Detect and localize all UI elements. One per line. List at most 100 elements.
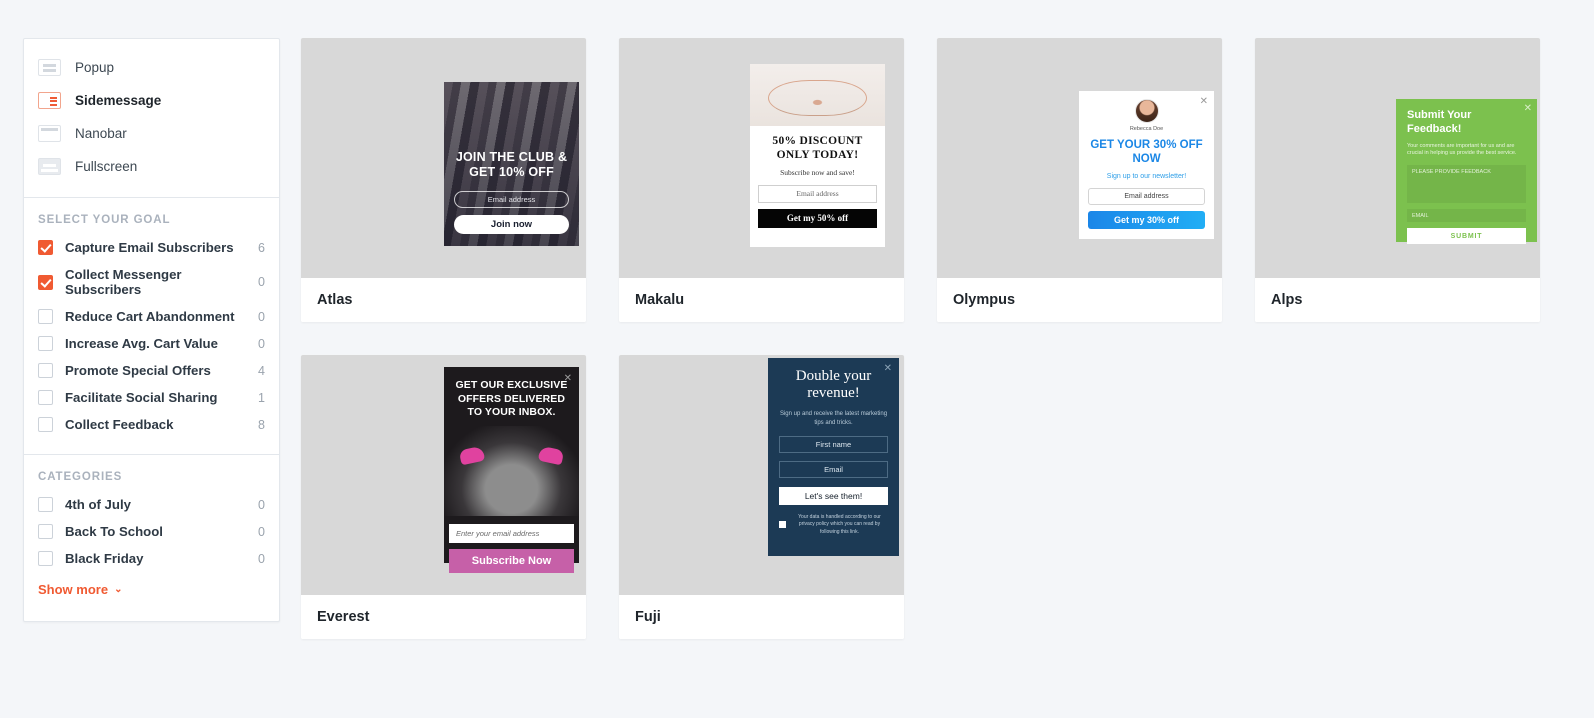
mock-submit-button: Join now xyxy=(454,215,569,234)
goal-filter-increase-avg-cart-value[interactable]: Increase Avg. Cart Value 0 xyxy=(24,330,279,357)
mock-heading: GET OUR EXCLUSIVE OFFERS DELIVERED TO YO… xyxy=(455,379,568,419)
mock-heading: GET YOUR 30% OFF NOW xyxy=(1090,139,1203,166)
category-filter-4th-of-july[interactable]: 4th of July 0 xyxy=(24,491,279,518)
template-type-list: Popup Sidemessage Nanobar Fullscreen xyxy=(24,39,279,198)
makalu-sidemessage-mock: ✕ 50% DISCOUNT ONLY TODAY! Subscribe now… xyxy=(750,64,885,247)
goal-filter-promote-special-offers[interactable]: Promote Special Offers 4 xyxy=(24,357,279,384)
goal-count: 0 xyxy=(258,336,265,351)
nanobar-icon xyxy=(38,125,61,142)
categories-section-title: CATEGORIES xyxy=(38,471,123,483)
atlas-sidemessage-mock: JOIN THE CLUB & GET 10% OFF Email addres… xyxy=(444,82,579,246)
mock-subheading: Your comments are important for us and a… xyxy=(1407,142,1517,157)
checkbox[interactable] xyxy=(38,274,53,290)
checkbox[interactable] xyxy=(38,336,53,351)
category-count: 0 xyxy=(258,524,265,539)
sidebar-item-label: Fullscreen xyxy=(75,159,138,174)
template-card-alps[interactable]: ✕ Submit Your Feedback! Your comments ar… xyxy=(1255,38,1540,322)
popup-icon xyxy=(38,59,61,76)
template-card-fuji[interactable]: ✕ Double your revenue! Sign up and recei… xyxy=(619,355,904,639)
category-count: 0 xyxy=(258,497,265,512)
template-name: Olympus xyxy=(953,292,1016,308)
checkbox[interactable] xyxy=(38,524,53,539)
avatar xyxy=(1134,99,1159,123)
category-filter-back-to-school[interactable]: Back To School 0 xyxy=(24,518,279,545)
mock-image-bracelet xyxy=(750,64,885,126)
checkbox xyxy=(779,521,786,529)
checkbox[interactable] xyxy=(38,551,53,566)
sidebar-item-label: Nanobar xyxy=(75,126,127,141)
template-card-atlas[interactable]: JOIN THE CLUB & GET 10% OFF Email addres… xyxy=(301,38,586,322)
sidebar-item-nanobar[interactable]: Nanobar xyxy=(24,117,279,150)
mock-legal-row: Your data is handled according to our pr… xyxy=(779,514,888,537)
mock-subheading: Subscribe now and save! xyxy=(780,167,855,177)
template-card-footer: Atlas xyxy=(301,278,586,322)
template-card-olympus[interactable]: ✕ Rebecca Doe GET YOUR 30% OFF NOW Sign … xyxy=(937,38,1222,322)
sidebar-item-fullscreen[interactable]: Fullscreen xyxy=(24,150,279,183)
checkbox[interactable] xyxy=(38,390,53,405)
checkbox[interactable] xyxy=(38,309,53,324)
mock-legal-text: Your data is handled according to our pr… xyxy=(798,513,881,535)
sidebar-item-label: Popup xyxy=(75,60,115,75)
goal-section-title: SELECT YOUR GOAL xyxy=(38,214,171,226)
template-card-footer: Everest xyxy=(301,595,586,639)
mock-email-input: Email address xyxy=(454,191,569,208)
goal-filter-reduce-cart-abandonment[interactable]: Reduce Cart Abandonment 0 xyxy=(24,303,279,330)
template-card-footer: Fuji xyxy=(619,595,904,639)
goal-label: Capture Email Subscribers xyxy=(65,240,234,255)
checkbox[interactable] xyxy=(38,417,53,432)
sidebar-item-popup[interactable]: Popup xyxy=(24,51,279,84)
template-name: Alps xyxy=(1271,292,1303,308)
template-preview: ✕ Submit Your Feedback! Your comments ar… xyxy=(1255,38,1540,278)
sidemessage-icon xyxy=(38,92,61,109)
goal-label: Collect Messenger Subscribers xyxy=(65,267,182,297)
goal-count: 0 xyxy=(258,275,265,289)
mock-subheading: Sign up and receive the latest marketing… xyxy=(779,410,888,426)
close-icon: ✕ xyxy=(1199,96,1208,107)
mock-heading: JOIN THE CLUB & GET 10% OFF xyxy=(455,149,568,180)
checkbox[interactable] xyxy=(38,240,53,255)
olympus-sidemessage-mock: ✕ Rebecca Doe GET YOUR 30% OFF NOW Sign … xyxy=(1079,91,1214,239)
category-filter-black-friday[interactable]: Black Friday 0 xyxy=(24,545,279,572)
goal-filter-capture-email-subscribers[interactable]: Capture Email Subscribers 6 xyxy=(24,234,279,261)
mock-submit-button: Get my 50% off xyxy=(758,208,877,228)
template-name: Everest xyxy=(317,609,370,625)
category-label: Back To School xyxy=(65,524,163,539)
goal-filter-collect-messenger-subscribers[interactable]: Collect Messenger Subscribers 0 xyxy=(24,261,279,303)
goal-label: Facilitate Social Sharing xyxy=(65,390,218,405)
fullscreen-icon xyxy=(38,158,61,175)
template-preview: JOIN THE CLUB & GET 10% OFF Email addres… xyxy=(301,38,586,278)
goal-count: 0 xyxy=(258,309,265,324)
mock-submit-button: Get my 30% off xyxy=(1088,210,1205,229)
sidebar-item-sidemessage[interactable]: Sidemessage xyxy=(24,84,279,117)
checkbox[interactable] xyxy=(38,363,53,378)
show-more-button[interactable]: Show more ⌄ xyxy=(24,572,279,615)
goal-count: 8 xyxy=(258,417,265,432)
mock-email-input: Enter your email address xyxy=(449,523,574,543)
mock-email-input: Email xyxy=(779,460,888,478)
category-label: 4th of July xyxy=(65,497,131,512)
goal-label: Increase Avg. Cart Value xyxy=(65,336,218,351)
template-card-makalu[interactable]: ✕ 50% DISCOUNT ONLY TODAY! Subscribe now… xyxy=(619,38,904,322)
filter-sidebar: Popup Sidemessage Nanobar Fullscreen SEL… xyxy=(23,38,280,622)
goal-filter-collect-feedback[interactable]: Collect Feedback 8 xyxy=(24,411,279,438)
alps-sidemessage-mock: ✕ Submit Your Feedback! Your comments ar… xyxy=(1396,99,1537,245)
goal-filter-facilitate-social-sharing[interactable]: Facilitate Social Sharing 1 xyxy=(24,384,279,411)
mock-firstname-input: First name xyxy=(779,435,888,453)
goal-count: 1 xyxy=(258,390,265,405)
template-preview: ✕ Rebecca Doe GET YOUR 30% OFF NOW Sign … xyxy=(937,38,1222,278)
goal-filter-section: SELECT YOUR GOAL Capture Email Subscribe… xyxy=(24,198,279,444)
template-grid: JOIN THE CLUB & GET 10% OFF Email addres… xyxy=(301,38,1563,639)
goal-label: Reduce Cart Abandonment xyxy=(65,309,235,324)
mock-email-input: Email address xyxy=(758,184,877,203)
mock-image-fitness xyxy=(444,425,579,516)
mock-heading: Submit Your Feedback! xyxy=(1407,109,1472,135)
show-more-label: Show more xyxy=(38,582,109,597)
mock-email-input: EMAIL xyxy=(1407,209,1526,223)
everest-sidemessage-mock: ✕ GET OUR EXCLUSIVE OFFERS DELIVERED TO … xyxy=(444,367,579,573)
checkbox[interactable] xyxy=(38,497,53,512)
template-card-everest[interactable]: ✕ GET OUR EXCLUSIVE OFFERS DELIVERED TO … xyxy=(301,355,586,639)
template-card-footer: Olympus xyxy=(937,278,1222,322)
close-icon: ✕ xyxy=(1523,103,1532,114)
goal-label: Collect Feedback xyxy=(65,417,174,432)
close-icon: ✕ xyxy=(563,373,572,384)
